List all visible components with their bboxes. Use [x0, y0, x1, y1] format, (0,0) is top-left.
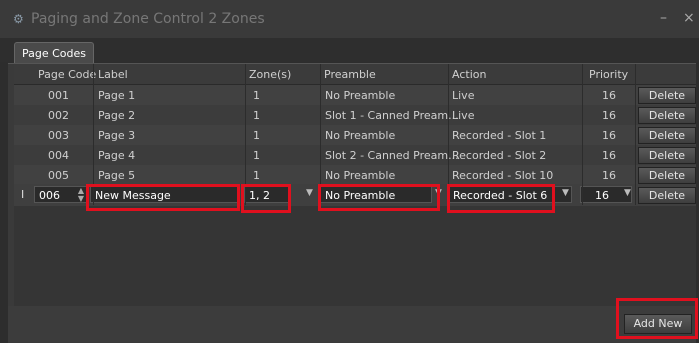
table-row[interactable]: 003 Page 3 1 No Preamble Recorded - Slot…: [14, 125, 696, 145]
page-code-cell: 003: [48, 129, 69, 142]
label-cell: Page 3: [98, 129, 136, 142]
zones-cell: 1: [253, 129, 260, 142]
tab-bar: [0, 38, 699, 62]
highlight-zones: [241, 184, 291, 213]
column-header-page-code[interactable]: Page Code: [38, 68, 96, 81]
page-code-cell: 001: [48, 89, 69, 102]
table-header: Page Code Label Zone(s) Preamble Action …: [14, 64, 696, 85]
delete-button[interactable]: Delete: [638, 87, 696, 104]
zones-cell: 1: [253, 89, 260, 102]
column-header-label[interactable]: Label: [98, 68, 128, 81]
highlight-label: [86, 184, 240, 211]
column-separator: [635, 64, 636, 205]
spinner-arrows-icon[interactable]: ▲ ▼: [78, 187, 84, 203]
action-cell: Live: [452, 89, 475, 102]
label-cell: Page 5: [98, 169, 136, 182]
action-dropdown-icon[interactable]: ▼: [562, 188, 569, 198]
text-cursor-icon: I: [21, 188, 25, 201]
priority-cell: 16: [602, 89, 616, 102]
preamble-cell: Slot 2 - Canned Pream...: [325, 149, 459, 162]
label-cell: Page 2: [98, 109, 136, 122]
minimize-icon[interactable]: –: [660, 10, 667, 26]
preamble-cell: No Preamble: [325, 169, 396, 182]
column-header-action[interactable]: Action: [452, 68, 486, 81]
highlight-add-new: [616, 298, 698, 339]
column-header-zones[interactable]: Zone(s): [249, 68, 291, 81]
gear-icon: ⚙: [13, 12, 24, 26]
table-row[interactable]: 004 Page 4 1 Slot 2 - Canned Pream... Re…: [14, 145, 696, 165]
title-bar: ⚙ Paging and Zone Control 2 Zones – ×: [0, 0, 699, 38]
page-code-value: 006: [39, 189, 60, 202]
action-cell: Recorded - Slot 10: [452, 169, 554, 182]
highlight-preamble: [318, 184, 440, 211]
page-code-spinner[interactable]: 006 ▲ ▼: [34, 186, 88, 203]
table-row[interactable]: 005 Page 5 1 No Preamble Recorded - Slot…: [14, 165, 696, 185]
delete-button[interactable]: Delete: [638, 187, 696, 204]
page-code-cell: 002: [48, 109, 69, 122]
table-row[interactable]: 001 Page 1 1 No Preamble Live 16 Delete: [14, 85, 696, 105]
column-separator: [582, 64, 583, 205]
delete-button[interactable]: Delete: [638, 127, 696, 144]
action-cell: Live: [452, 109, 475, 122]
tab-page-codes[interactable]: Page Codes: [14, 42, 94, 65]
zones-cell: 1: [253, 149, 260, 162]
footer-bar: [8, 306, 696, 342]
priority-cell: 16: [602, 109, 616, 122]
delete-button[interactable]: Delete: [638, 167, 696, 184]
column-header-preamble[interactable]: Preamble: [324, 68, 376, 81]
priority-dropdown-icon[interactable]: ▼: [624, 188, 631, 198]
priority-cell: 16: [602, 129, 616, 142]
preamble-cell: No Preamble: [325, 89, 396, 102]
page-code-cell: 004: [48, 149, 69, 162]
delete-button[interactable]: Delete: [638, 107, 696, 124]
label-cell: Page 4: [98, 149, 136, 162]
label-cell: Page 1: [98, 89, 136, 102]
window-title: Paging and Zone Control 2 Zones: [31, 11, 265, 27]
close-icon[interactable]: ×: [683, 10, 695, 26]
zones-dropdown-icon[interactable]: ▼: [306, 188, 313, 198]
action-cell: Recorded - Slot 2: [452, 149, 547, 162]
zones-cell: 1: [253, 109, 260, 122]
priority-cell: 16: [602, 169, 616, 182]
column-header-priority[interactable]: Priority: [589, 68, 628, 81]
table-row[interactable]: 002 Page 2 1 Slot 1 - Canned Pream... Li…: [14, 105, 696, 125]
highlight-action: [447, 184, 555, 213]
zones-cell: 1: [253, 169, 260, 182]
action-cell: Recorded - Slot 1: [452, 129, 547, 142]
priority-cell: 16: [602, 149, 616, 162]
delete-button[interactable]: Delete: [638, 147, 696, 164]
page-code-cell: 005: [48, 169, 69, 182]
preamble-cell: Slot 1 - Canned Pream...: [325, 109, 459, 122]
preamble-cell: No Preamble: [325, 129, 396, 142]
